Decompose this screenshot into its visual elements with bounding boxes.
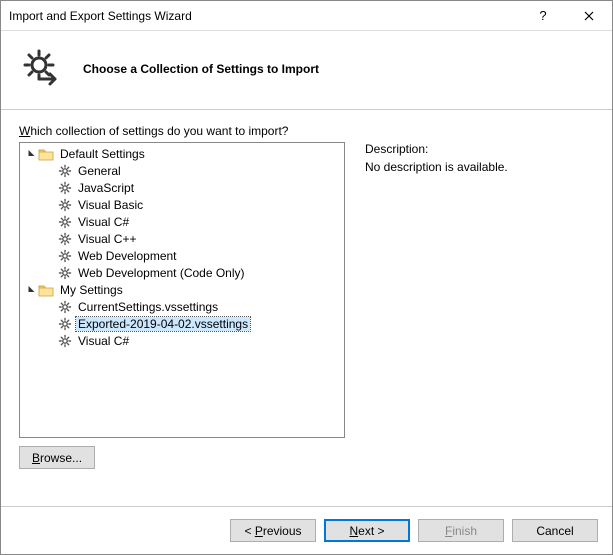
tree-item-label: General [76, 164, 123, 178]
wizard-header: Choose a Collection of Settings to Impor… [1, 31, 612, 110]
tree-item[interactable]: Visual C# [20, 332, 344, 349]
tree-item[interactable]: Visual C# [20, 213, 344, 230]
next-button[interactable]: Next > [324, 519, 410, 542]
tree-item-label: Web Development [76, 249, 179, 263]
tree-item-label: Visual C# [76, 334, 131, 348]
cancel-button[interactable]: Cancel [512, 519, 598, 542]
window-title: Import and Export Settings Wizard [9, 9, 520, 23]
tree-group-my[interactable]: My Settings [20, 281, 344, 298]
finish-button[interactable]: Finish [418, 519, 504, 542]
tree-item-label: CurrentSettings.vssettings [76, 300, 220, 314]
titlebar: Import and Export Settings Wizard ? [1, 1, 612, 31]
tree-item-label: Visual C# [76, 215, 131, 229]
description-panel: Description: No description is available… [365, 142, 594, 506]
tree-item-label: Visual Basic [76, 198, 145, 212]
tree-item[interactable]: Web Development [20, 247, 344, 264]
settings-tree[interactable]: Default Settings General JavaScript Visual … [19, 142, 345, 438]
previous-button[interactable]: < Previous [230, 519, 316, 542]
tree-item[interactable]: Visual Basic [20, 196, 344, 213]
tree-group-label: Default Settings [58, 147, 147, 161]
tree-item-label: JavaScript [76, 181, 136, 195]
wizard-heading: Choose a Collection of Settings to Impor… [83, 62, 319, 76]
close-button[interactable] [566, 1, 612, 31]
chevron-down-icon[interactable] [24, 149, 38, 158]
tree-item[interactable]: Web Development (Code Only) [20, 264, 344, 281]
close-icon [584, 11, 594, 21]
prompt-label: Which collection of settings do you want… [19, 124, 594, 138]
tree-item[interactable]: JavaScript [20, 179, 344, 196]
description-text: No description is available. [365, 160, 594, 174]
help-button[interactable]: ? [520, 1, 566, 31]
browse-button[interactable]: Browse... [19, 446, 95, 469]
description-label: Description: [365, 142, 594, 156]
tree-item[interactable]: Visual C++ [20, 230, 344, 247]
tree-item-label: Web Development (Code Only) [76, 266, 247, 280]
wizard-footer: < Previous Next > Finish Cancel [1, 506, 612, 554]
tree-group-label: My Settings [58, 283, 125, 297]
tree-item-label: Visual C++ [76, 232, 138, 246]
tree-item[interactable]: General [20, 162, 344, 179]
tree-item[interactable]: CurrentSettings.vssettings [20, 298, 344, 315]
tree-group-default[interactable]: Default Settings [20, 145, 344, 162]
content-area: Which collection of settings do you want… [1, 110, 612, 506]
tree-item[interactable]: Exported-2019-04-02.vssettings [20, 315, 344, 332]
chevron-down-icon[interactable] [24, 285, 38, 294]
tree-item-label: Exported-2019-04-02.vssettings [76, 317, 250, 331]
gear-icon [19, 45, 67, 93]
